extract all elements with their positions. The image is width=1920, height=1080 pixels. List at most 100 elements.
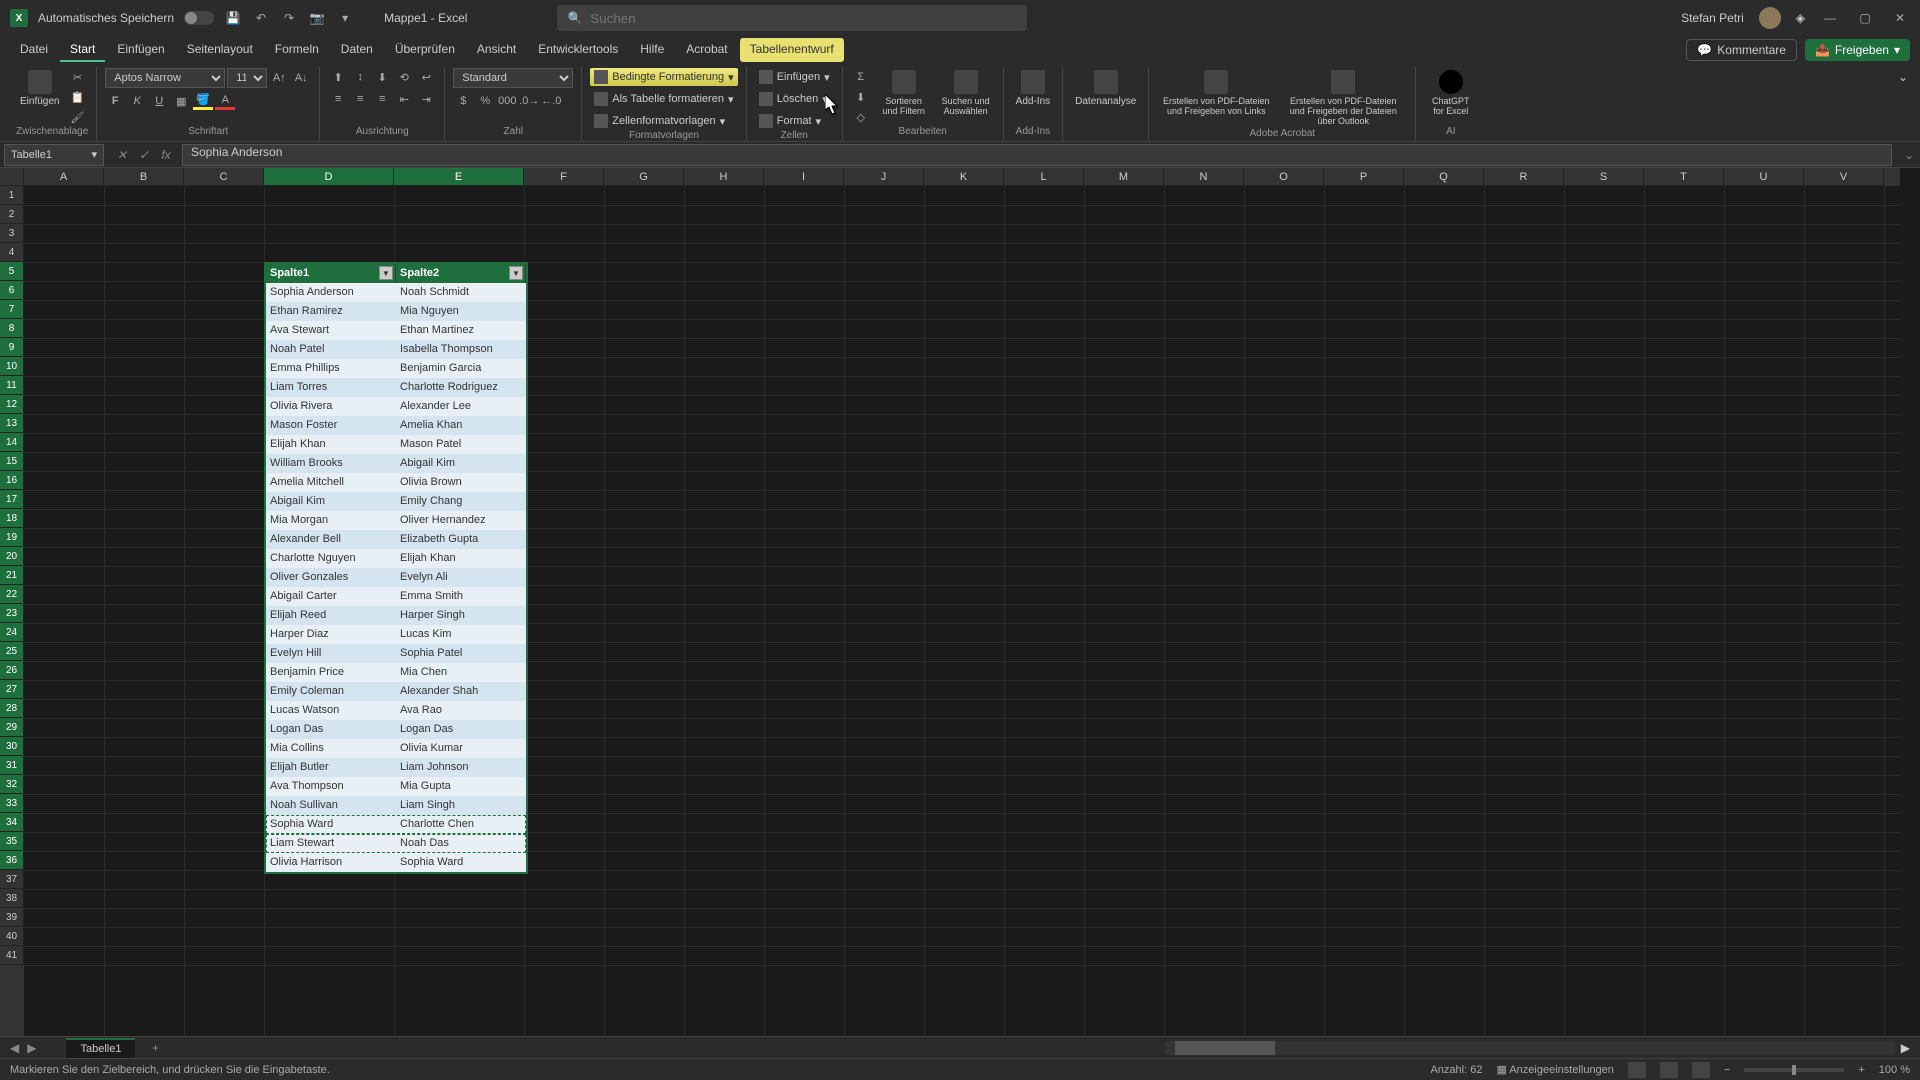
row-header[interactable]: 25	[0, 642, 24, 661]
table-cell[interactable]: Liam Stewart	[266, 834, 396, 853]
tab-acrobat[interactable]: Acrobat	[676, 38, 737, 62]
row-header[interactable]: 18	[0, 509, 24, 528]
table-cell[interactable]: Abigail Kim	[396, 454, 526, 473]
table-cell[interactable]: Mason Patel	[396, 435, 526, 454]
table-row[interactable]: William BrooksAbigail Kim	[266, 454, 526, 473]
table-cell[interactable]: Alexander Bell	[266, 530, 396, 549]
table-cell[interactable]: Oliver Hernandez	[396, 511, 526, 530]
table-cell[interactable]: Sophia Anderson	[266, 283, 396, 302]
table-row[interactable]: Olivia HarrisonSophia Ward	[266, 853, 526, 872]
cell-styles-button[interactable]: Zellenformatvorlagen ▾	[590, 112, 729, 130]
row-header[interactable]: 2	[0, 205, 24, 224]
table-row[interactable]: Ethan RamirezMia Nguyen	[266, 302, 526, 321]
row-header[interactable]: 30	[0, 737, 24, 756]
autosum-icon[interactable]: Σ	[851, 68, 871, 86]
comma-icon[interactable]: 000	[497, 92, 517, 110]
currency-icon[interactable]: $	[453, 92, 473, 110]
table-cell[interactable]: Elijah Reed	[266, 606, 396, 625]
clear-icon[interactable]: ◇	[851, 108, 871, 126]
col-header-U[interactable]: U	[1724, 168, 1804, 186]
row-header[interactable]: 17	[0, 490, 24, 509]
table-cell[interactable]: Benjamin Garcia	[396, 359, 526, 378]
underline-icon[interactable]: U	[149, 92, 169, 110]
acrobat-pdf-outlook-button[interactable]: Erstellen von PDF-Dateien und Freigeben …	[1279, 68, 1407, 128]
col-header-Q[interactable]: Q	[1404, 168, 1484, 186]
align-middle-icon[interactable]: ↕	[350, 68, 370, 86]
maximize-icon[interactable]: ▢	[1855, 11, 1875, 25]
row-header[interactable]: 41	[0, 946, 24, 965]
row-header[interactable]: 38	[0, 889, 24, 908]
col-header-T[interactable]: T	[1644, 168, 1724, 186]
row-header[interactable]: 29	[0, 718, 24, 737]
acrobat-pdf-link-button[interactable]: Erstellen von PDF-Dateien und Freigeben …	[1157, 68, 1275, 118]
format-painter-icon[interactable]: 🖌	[67, 108, 87, 126]
collapse-ribbon-icon[interactable]: ⌄	[1894, 66, 1912, 141]
fx-icon[interactable]: fx	[156, 145, 176, 165]
table-row[interactable]: Elijah KhanMason Patel	[266, 435, 526, 454]
table-cell[interactable]: Oliver Gonzales	[266, 568, 396, 587]
copy-icon[interactable]: 📋	[67, 88, 87, 106]
table-cell[interactable]: Elijah Khan	[266, 435, 396, 454]
table-row[interactable]: Sophia AndersonNoah Schmidt	[266, 283, 526, 302]
row-header[interactable]: 22	[0, 585, 24, 604]
table-cell[interactable]: Olivia Rivera	[266, 397, 396, 416]
col-header-S[interactable]: S	[1564, 168, 1644, 186]
table-row[interactable]: Alexander BellElizabeth Gupta	[266, 530, 526, 549]
table-row[interactable]: Noah PatelIsabella Thompson	[266, 340, 526, 359]
cut-icon[interactable]: ✂	[67, 68, 87, 86]
table-cell[interactable]: Logan Das	[266, 720, 396, 739]
row-header[interactable]: 20	[0, 547, 24, 566]
table-row[interactable]: Ava ThompsonMia Gupta	[266, 777, 526, 796]
table-row[interactable]: Ava StewartEthan Martinez	[266, 321, 526, 340]
font-name-select[interactable]: Aptos Narrow	[105, 68, 225, 88]
row-header[interactable]: 13	[0, 414, 24, 433]
select-all-corner[interactable]	[0, 168, 24, 186]
table-cell[interactable]: Benjamin Price	[266, 663, 396, 682]
table-cell[interactable]: Emma Smith	[396, 587, 526, 606]
col-header-A[interactable]: A	[24, 168, 104, 186]
table-cell[interactable]: Olivia Kumar	[396, 739, 526, 758]
table-cell[interactable]: Noah Das	[396, 834, 526, 853]
tab-start[interactable]: Start	[60, 38, 105, 62]
table-cell[interactable]: Lucas Watson	[266, 701, 396, 720]
tab-einfügen[interactable]: Einfügen	[107, 38, 174, 62]
fill-icon[interactable]: ⬇	[851, 88, 871, 106]
zoom-slider[interactable]	[1744, 1068, 1844, 1072]
row-header[interactable]: 34	[0, 813, 24, 832]
row-header[interactable]: 28	[0, 699, 24, 718]
increase-font-icon[interactable]: A↑	[269, 69, 289, 87]
row-header[interactable]: 35	[0, 832, 24, 851]
table-cell[interactable]: Charlotte Chen	[396, 815, 526, 834]
table-row[interactable]: Benjamin PriceMia Chen	[266, 663, 526, 682]
table-row[interactable]: Sophia WardCharlotte Chen	[266, 815, 526, 834]
view-page-layout-icon[interactable]	[1660, 1062, 1678, 1078]
user-avatar[interactable]	[1759, 7, 1781, 29]
col-header-I[interactable]: I	[764, 168, 844, 186]
table-cell[interactable]: Lucas Kim	[396, 625, 526, 644]
table-cell[interactable]: Amelia Mitchell	[266, 473, 396, 492]
filter-icon[interactable]: ▼	[509, 266, 523, 280]
table-row[interactable]: Emma PhillipsBenjamin Garcia	[266, 359, 526, 378]
table-row[interactable]: Mia MorganOliver Hernandez	[266, 511, 526, 530]
table-cell[interactable]: Evelyn Ali	[396, 568, 526, 587]
col-header-C[interactable]: C	[184, 168, 264, 186]
indent-icon[interactable]: ⇥	[416, 90, 436, 108]
table-cell[interactable]: Abigail Carter	[266, 587, 396, 606]
table-row[interactable]: Liam StewartNoah Das	[266, 834, 526, 853]
col-header-L[interactable]: L	[1004, 168, 1084, 186]
table-cell[interactable]: Elijah Khan	[396, 549, 526, 568]
name-box[interactable]: Tabelle1▾	[4, 144, 104, 166]
dedent-icon[interactable]: ⇤	[394, 90, 414, 108]
table-cell[interactable]: Alexander Shah	[396, 682, 526, 701]
table-row[interactable]: Emily ColemanAlexander Shah	[266, 682, 526, 701]
conditional-formatting-button[interactable]: Bedingte Formatierung ▾	[590, 68, 737, 86]
percent-icon[interactable]: %	[475, 92, 495, 110]
italic-icon[interactable]: K	[127, 92, 147, 110]
zoom-level[interactable]: 100 %	[1879, 1064, 1910, 1076]
col-header-V[interactable]: V	[1804, 168, 1884, 186]
decrease-decimal-icon[interactable]: ←.0	[541, 92, 561, 110]
col-header-H[interactable]: H	[684, 168, 764, 186]
addins-button[interactable]: Add-Ins	[1012, 68, 1054, 109]
col-header-K[interactable]: K	[924, 168, 1004, 186]
row-header[interactable]: 37	[0, 870, 24, 889]
